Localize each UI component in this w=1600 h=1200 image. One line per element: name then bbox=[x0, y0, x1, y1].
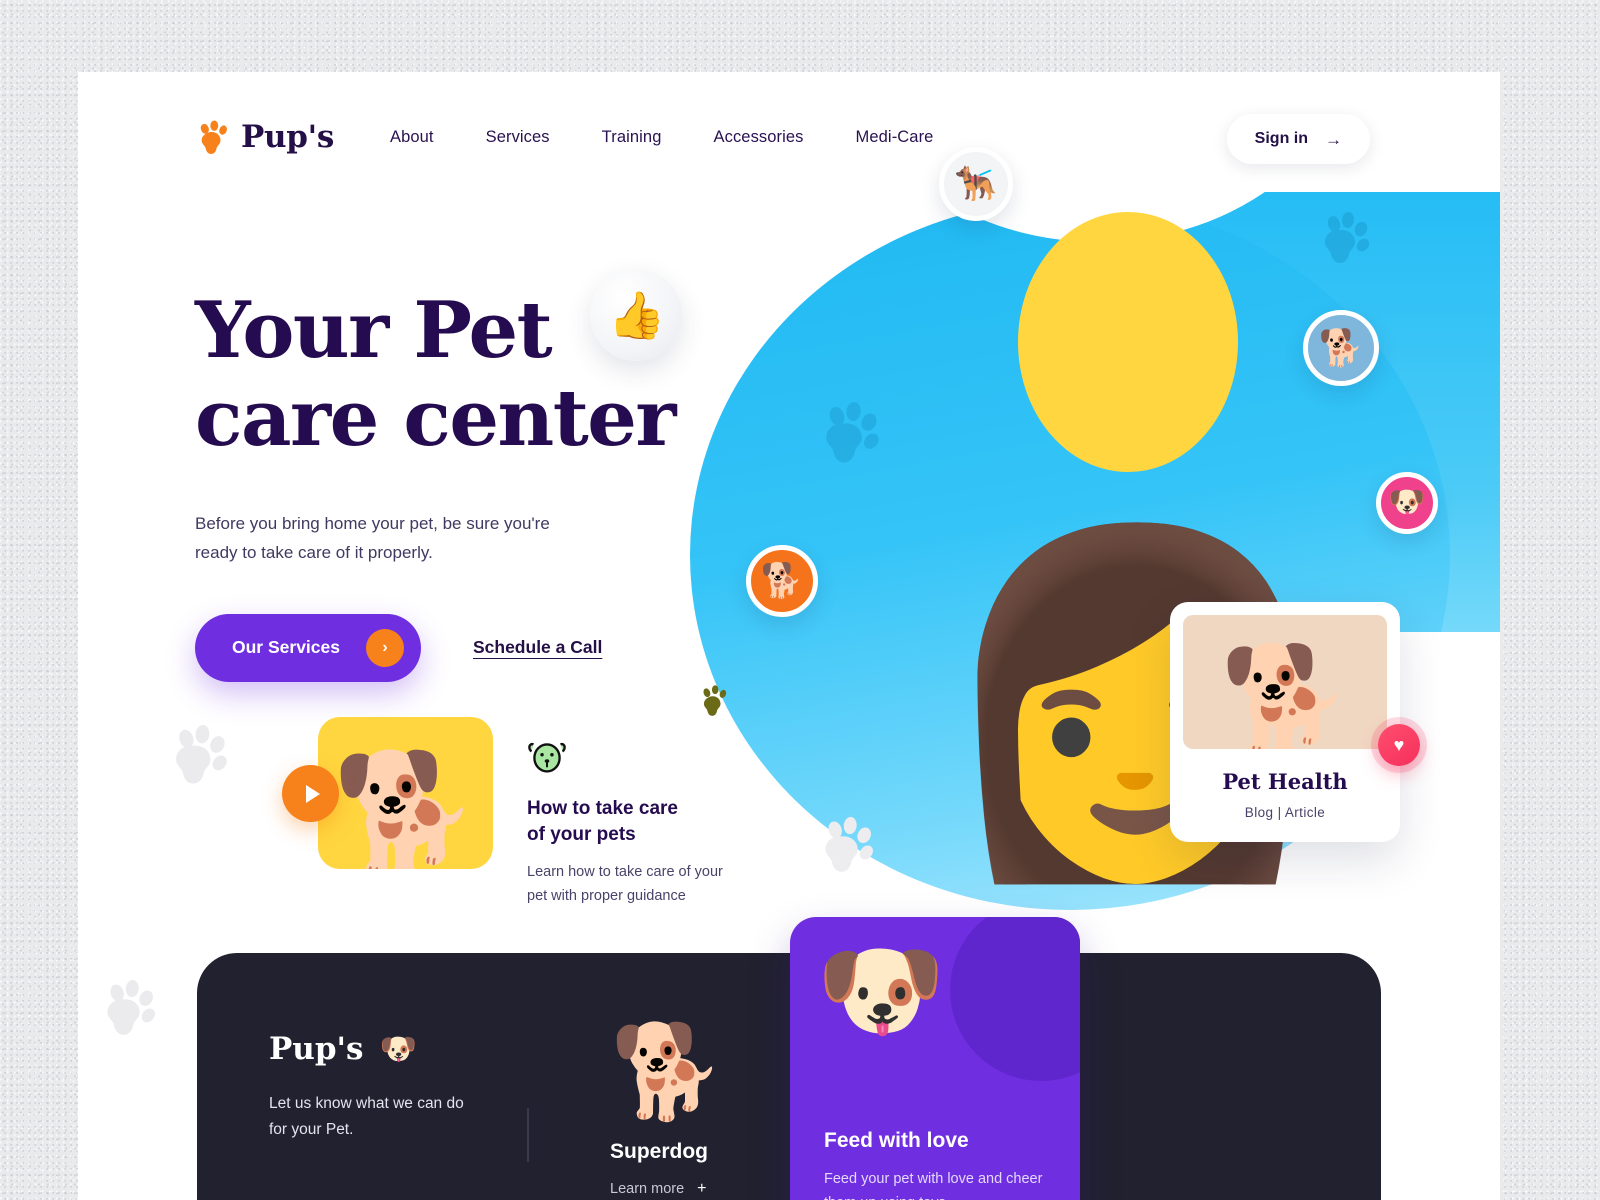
brand-logo[interactable]: Pup's bbox=[195, 119, 334, 155]
pet-health-image: 🐕 bbox=[1183, 615, 1387, 749]
site-header: Pup's About Services Training Accessorie… bbox=[78, 72, 1500, 202]
our-services-button[interactable]: Our Services › bbox=[195, 613, 421, 682]
pet-health-card[interactable]: 🐕 Pet Health Blog | Article ♥ bbox=[1170, 602, 1420, 842]
paw-decor-gray-3 bbox=[818, 817, 876, 875]
hero-title-line1-wrap: Your Pet 👍 bbox=[195, 269, 682, 376]
bottom-dark-panel: Pup's 🐶 Let us know what we can do for y… bbox=[197, 953, 1381, 1200]
paw-decor-blue-2 bbox=[818, 402, 882, 466]
hero-title-line2: care center bbox=[195, 373, 677, 465]
dark-panel-inner: Pup's 🐶 Let us know what we can do for y… bbox=[197, 953, 1381, 1200]
brand-name: Pup's bbox=[241, 119, 334, 155]
dog-face-icon bbox=[527, 739, 742, 780]
dark-panel-brand-name: Pup's bbox=[269, 1031, 364, 1067]
paw-decor-gray-1 bbox=[168, 725, 230, 787]
dark-panel-tagline: Let us know what we can do for your Pet. bbox=[269, 1095, 464, 1139]
hero-subtitle: Before you bring home your pet, be sure … bbox=[195, 514, 550, 563]
page-title: Your Pet 👍 care center bbox=[195, 269, 815, 465]
avatar-corgi[interactable]: 🐕 bbox=[746, 545, 818, 617]
nav-item-medi-care[interactable]: Medi-Care bbox=[856, 128, 934, 147]
plus-icon: + bbox=[697, 1180, 707, 1197]
avatar-french-bulldog-emoji: 🐕 bbox=[1318, 327, 1364, 368]
pet-health-image-emoji: 🐕 bbox=[1220, 642, 1350, 749]
dark-panel-brand-name-row: Pup's 🐶 bbox=[269, 1031, 527, 1067]
paw-icon-video bbox=[698, 685, 730, 722]
main-nav: About Services Training Accessories Medi… bbox=[390, 128, 933, 147]
heart-icon[interactable]: ♥ bbox=[1378, 724, 1420, 766]
pet-health-meta: Blog | Article bbox=[1244, 805, 1326, 820]
feed-card-emoji: 🐶 bbox=[816, 933, 946, 1049]
hero-title-line1: Your Pet bbox=[195, 285, 553, 376]
avatar-chihuahua-emoji: 🐶 bbox=[1388, 486, 1426, 519]
play-button[interactable] bbox=[282, 765, 339, 822]
schedule-call-link[interactable]: Schedule a Call bbox=[473, 637, 602, 658]
paw-decor-blue-1 bbox=[1318, 212, 1372, 266]
feed-with-love-card[interactable]: 🐶 Feed with love Feed your pet with love… bbox=[790, 917, 1080, 1200]
hero-cta-row: Our Services › Schedule a Call bbox=[195, 613, 815, 682]
landing-page: 👩 🐕‍🦺 🐕 🐶 🐕 Pup's About Services Trainin… bbox=[78, 72, 1500, 1200]
our-services-label: Our Services bbox=[232, 637, 340, 658]
video-section: 🐕 How to take care of your pets Learn ho… bbox=[282, 685, 742, 909]
feed-card-decor-circle bbox=[950, 917, 1080, 1081]
video-title: How to take care of your pets bbox=[527, 796, 742, 847]
video-title-line1: How to take care bbox=[527, 798, 678, 819]
superdog-learn-more-button[interactable]: Learn more + bbox=[610, 1180, 707, 1198]
paw-icon bbox=[195, 120, 231, 154]
nav-item-about[interactable]: About bbox=[390, 128, 434, 147]
vertical-divider bbox=[527, 1108, 529, 1162]
thumbs-up-icon: 👍 bbox=[590, 269, 682, 361]
play-icon bbox=[305, 784, 320, 803]
nav-item-services[interactable]: Services bbox=[486, 128, 550, 147]
avatar-chihuahua[interactable]: 🐶 bbox=[1376, 472, 1438, 534]
pet-health-title: Pet Health bbox=[1222, 769, 1348, 794]
nav-item-training[interactable]: Training bbox=[602, 128, 662, 147]
chevron-right-icon: › bbox=[365, 628, 404, 667]
dog-emoji-icon: 🐶 bbox=[379, 1031, 417, 1067]
avatar-corgi-emoji: 🐕 bbox=[760, 562, 804, 600]
video-text: How to take care of your pets Learn how … bbox=[527, 717, 742, 909]
video-description: Learn how to take care of your pet with … bbox=[527, 864, 723, 905]
feed-card-title: Feed with love bbox=[824, 1129, 969, 1153]
yellow-circle bbox=[1018, 212, 1238, 472]
avatar-french-bulldog[interactable]: 🐕 bbox=[1303, 310, 1379, 386]
superdog-emoji: 🐕 bbox=[610, 1021, 725, 1123]
superdog-learn-more-label: Learn more bbox=[610, 1181, 685, 1197]
feed-card-description: Feed your pet with love and cheer them u… bbox=[824, 1171, 1043, 1200]
feed-card-image: 🐶 bbox=[816, 939, 946, 1043]
video-title-line2: of your pets bbox=[527, 823, 636, 845]
dark-panel-brand: Pup's 🐶 Let us know what we can do for y… bbox=[197, 953, 527, 1200]
video-thumb-emoji: 🐕 bbox=[332, 748, 479, 869]
feed-card-body: Feed with love Feed your pet with love a… bbox=[824, 1129, 1044, 1200]
paw-decor-gray-2 bbox=[100, 980, 158, 1038]
nav-item-accessories[interactable]: Accessories bbox=[713, 128, 803, 147]
hero-content: Your Pet 👍 care center Before you bring … bbox=[195, 269, 815, 682]
video-thumbnail[interactable]: 🐕 bbox=[318, 717, 493, 869]
